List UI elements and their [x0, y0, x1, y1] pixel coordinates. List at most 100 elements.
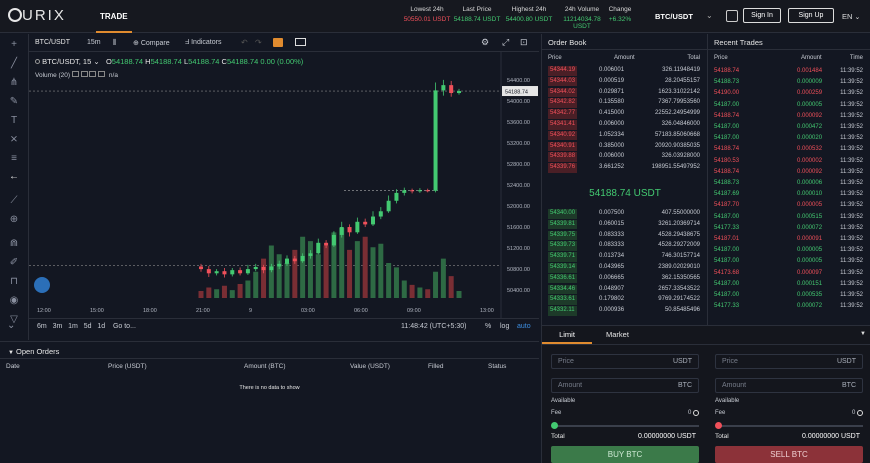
- buy-amount-input[interactable]: Amount BTC: [551, 378, 699, 393]
- buy-price-input[interactable]: Price USDT: [551, 354, 699, 369]
- back-arrow-icon[interactable]: ←: [7, 171, 21, 183]
- interval-selector[interactable]: 15m: [87, 39, 101, 46]
- bid-row[interactable]: 54339.14 0.043965 2389.02029010: [542, 263, 708, 273]
- volume-bar: [448, 276, 454, 298]
- trade-row: 54180.53 0.000002 11:39:52: [714, 157, 863, 164]
- range-3m[interactable]: 3m: [53, 323, 63, 330]
- ask-row[interactable]: 54340.92 1.052334 57183.85060668: [542, 130, 708, 141]
- chat-icon[interactable]: [726, 10, 738, 22]
- pitchfork-icon[interactable]: ⋔: [7, 77, 21, 89]
- x-tick-label: 09:00: [407, 308, 421, 314]
- x-tick-label: 12:00: [37, 308, 51, 314]
- candles-icon[interactable]: ⫴: [113, 38, 116, 48]
- collapse-down-icon[interactable]: ⌄: [7, 320, 21, 334]
- chart-clock[interactable]: 11:48:42 (UTC+5:30): [401, 323, 466, 330]
- bid-row[interactable]: 54336.61 0.006665 362.15350565: [542, 273, 708, 284]
- ask-row[interactable]: 54339.88 0.006000 326.03928000: [542, 152, 708, 162]
- ask-row[interactable]: 54341.41 0.006000 326.04846000: [542, 120, 708, 130]
- pair-selector[interactable]: BTC/USDT: [655, 12, 693, 21]
- zoom-in-icon[interactable]: ⊕: [7, 214, 21, 226]
- bid-row[interactable]: 54339.81 0.060015 3261.20369714: [542, 219, 708, 230]
- range-1d[interactable]: 1d: [97, 323, 105, 330]
- indicators-button[interactable]: ᖵ Indicators: [185, 39, 221, 47]
- candle: [355, 221, 360, 233]
- ask-row[interactable]: 54339.76 3.661252 198951.55497952: [542, 163, 708, 173]
- info-icon[interactable]: [857, 410, 863, 416]
- sell-price-input[interactable]: Price USDT: [715, 354, 863, 369]
- chart-symbol[interactable]: BTC/USDT: [35, 39, 70, 46]
- ask-row[interactable]: 54342.77 0.415000 22552.24954999: [542, 109, 708, 119]
- logo-mark-icon: [8, 8, 22, 22]
- divider: [542, 344, 870, 345]
- open-orders-title[interactable]: ▼ Open Orders: [8, 347, 59, 356]
- goto-button[interactable]: Go to...: [113, 323, 136, 330]
- ask-row[interactable]: 54344.02 0.029871 1623.31022142: [542, 87, 708, 98]
- volume-bar: [206, 287, 212, 298]
- lock-draw-icon[interactable]: ✐: [7, 257, 21, 269]
- brush-icon[interactable]: ✎: [7, 96, 21, 108]
- sell-total-label: Total: [715, 433, 729, 440]
- sell-slider-track[interactable]: [719, 425, 863, 427]
- sell-button[interactable]: SELL BTC: [715, 446, 863, 463]
- crosshair-icon[interactable]: +: [7, 39, 21, 51]
- camera-icon[interactable]: [273, 38, 283, 47]
- ask-row[interactable]: 54340.91 0.385000 20920.90385035: [542, 141, 708, 152]
- percent-toggle[interactable]: %: [485, 323, 491, 330]
- chevron-down-icon[interactable]: ⌄: [706, 11, 713, 20]
- fib-icon[interactable]: ≡: [7, 153, 21, 165]
- chart-range-bar: 6m 3m 1m 5d 1d Go to... 11:48:42 (UTC+5:…: [29, 318, 539, 335]
- caret-down-icon[interactable]: ▼: [860, 331, 866, 337]
- buy-slider-handle[interactable]: [551, 422, 558, 429]
- settings-gear-icon[interactable]: ⚙: [481, 37, 489, 48]
- price-chart[interactable]: BTC/USDT, 15 ⌄ O54188.74 H54188.74 L5418…: [29, 52, 539, 318]
- lock-icon[interactable]: ⊓: [7, 276, 21, 288]
- buy-button[interactable]: BUY BTC: [551, 446, 699, 463]
- bid-row[interactable]: 54334.46 0.048907 2657.33543522: [542, 284, 708, 295]
- bid-row[interactable]: 54339.75 0.083333 4528.29438675: [542, 230, 708, 241]
- fullscreen-icon[interactable]: ⤢: [502, 37, 509, 48]
- language-selector[interactable]: EN ⌄: [842, 12, 860, 21]
- signup-button[interactable]: Sign Up: [788, 8, 834, 23]
- ruler-icon[interactable]: ⟋: [7, 195, 21, 207]
- compare-button[interactable]: ⊕ Compare: [133, 39, 170, 47]
- buy-slider-track[interactable]: [555, 425, 699, 427]
- text-icon[interactable]: T: [7, 115, 21, 127]
- sell-amount-input[interactable]: Amount BTC: [715, 378, 863, 393]
- ask-row[interactable]: 54342.82 0.135580 7367.79953560: [542, 98, 708, 108]
- nav-trade[interactable]: TRADE: [96, 0, 132, 33]
- bid-row[interactable]: 54340.00 0.007500 407.55000000: [542, 209, 708, 219]
- eye-icon[interactable]: ◉: [7, 295, 21, 307]
- screenshot-icon[interactable]: ⊡: [520, 37, 528, 48]
- tab-limit[interactable]: Limit: [542, 326, 592, 344]
- signin-button[interactable]: Sign In: [743, 8, 781, 23]
- buy-total-value: 0.00000000 USDT: [638, 433, 696, 440]
- info-icon[interactable]: [693, 410, 699, 416]
- cloud-icon[interactable]: [34, 277, 50, 293]
- col-date: Date: [6, 363, 20, 370]
- trend-line-icon[interactable]: ╱: [7, 58, 21, 70]
- monitor-icon[interactable]: [295, 38, 306, 46]
- undo-icon[interactable]: ↶: [241, 38, 248, 47]
- bid-row[interactable]: 54332.11 0.000936 50.85485496: [542, 306, 708, 316]
- bid-row[interactable]: 54339.73 0.083333 4528.29272009: [542, 241, 708, 251]
- range-6m[interactable]: 6m: [37, 323, 47, 330]
- volume-bar: [284, 263, 290, 298]
- chart-canvas[interactable]: 54400.00 54000.00 53600.00 53200.00 52800.00…: [29, 52, 539, 318]
- log-toggle[interactable]: log: [500, 323, 509, 330]
- pattern-icon[interactable]: ⨯: [7, 134, 21, 146]
- ask-row[interactable]: 54344.03 0.000519 28.20455157: [542, 76, 708, 87]
- trade-row: 54188.74 0.000092 11:39:52: [714, 112, 863, 119]
- candle: [394, 192, 399, 201]
- tab-market[interactable]: Market: [606, 326, 629, 344]
- auto-toggle[interactable]: auto: [517, 323, 531, 330]
- bid-row[interactable]: 54333.61 0.179802 9769.29174522: [542, 295, 708, 305]
- magnet-icon[interactable]: ⋒: [7, 238, 21, 250]
- redo-icon[interactable]: ↷: [255, 38, 262, 47]
- logo[interactable]: URIX: [8, 7, 66, 24]
- bid-row[interactable]: 54339.71 0.013734 746.30157714: [542, 252, 708, 262]
- sell-slider-handle[interactable]: [715, 422, 722, 429]
- range-1m[interactable]: 1m: [68, 323, 78, 330]
- y-tick-label: 52400.00: [507, 183, 530, 189]
- ask-row[interactable]: 54344.19 0.006001 326.11948419: [542, 66, 708, 76]
- range-5d[interactable]: 5d: [84, 323, 92, 330]
